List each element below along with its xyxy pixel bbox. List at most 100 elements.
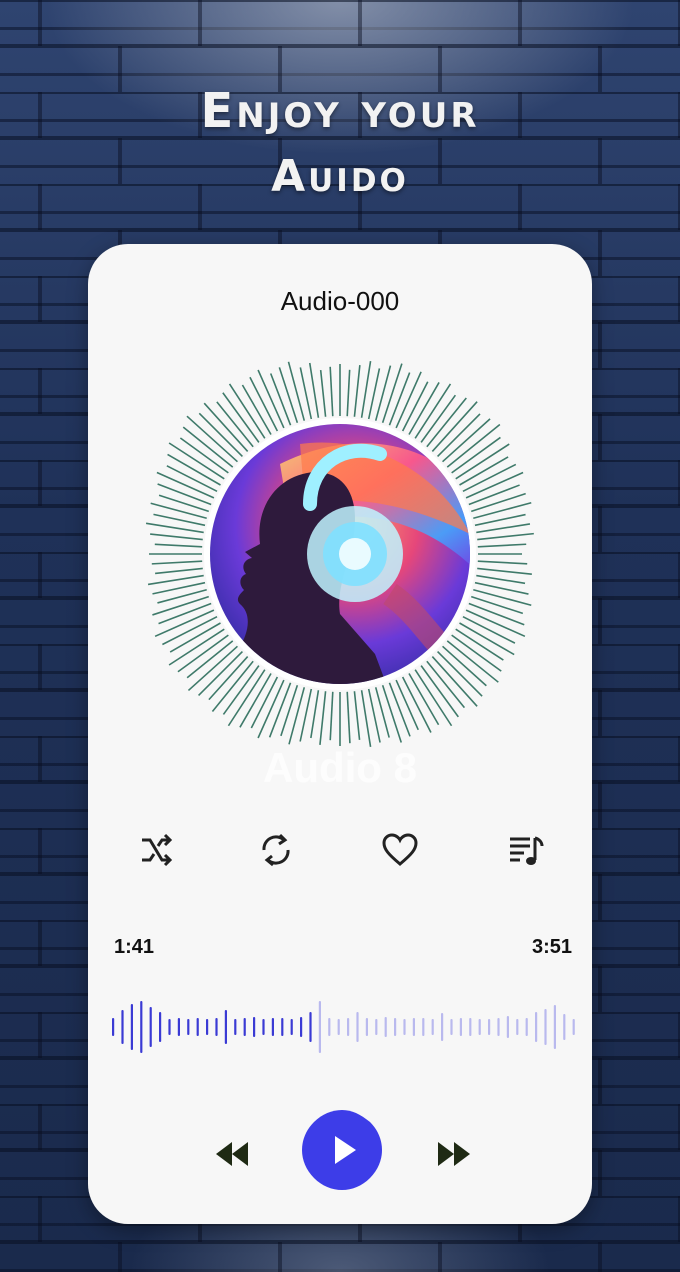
wave-bar-played[interactable] <box>262 1019 265 1035</box>
ray-line <box>446 423 501 468</box>
ray-line <box>477 543 527 548</box>
ray-line <box>268 682 292 738</box>
wave-bar-unplayed[interactable] <box>563 1014 566 1040</box>
ray-line <box>414 669 453 727</box>
ray-line <box>187 645 238 692</box>
ray-line <box>155 567 203 575</box>
promo-headline: Enjoy your Auido <box>0 78 680 210</box>
wave-bar-played[interactable] <box>168 1019 171 1035</box>
wave-bar-unplayed[interactable] <box>497 1018 500 1036</box>
elapsed-time: 1:41 <box>114 936 155 958</box>
ray-line <box>198 412 243 457</box>
track-title: Audio-000 <box>280 286 400 316</box>
waveform-seekbar[interactable] <box>108 992 578 1062</box>
ray-line <box>287 361 306 421</box>
ray-line <box>468 484 520 506</box>
wave-bar-unplayed[interactable] <box>450 1019 453 1035</box>
headline-line-2: Auido <box>271 151 409 202</box>
fast-forward-icon[interactable] <box>434 1140 474 1168</box>
wave-bar-unplayed[interactable] <box>337 1019 340 1035</box>
wave-bar-unplayed[interactable] <box>403 1019 406 1035</box>
wave-bar-played[interactable] <box>130 1004 133 1050</box>
wave-bar-unplayed[interactable] <box>506 1016 509 1038</box>
wave-bar-unplayed[interactable] <box>347 1018 350 1036</box>
wave-bar-played[interactable] <box>149 1007 152 1047</box>
ray-line <box>157 483 212 506</box>
rewind-icon[interactable] <box>212 1140 252 1168</box>
ray-line <box>310 690 320 739</box>
ray-line <box>227 669 266 727</box>
ray-line <box>470 492 526 513</box>
wave-bar-unplayed[interactable] <box>441 1013 444 1041</box>
wave-bar-played[interactable] <box>112 1018 115 1036</box>
ray-line <box>381 363 403 424</box>
wave-bar-unplayed[interactable] <box>384 1017 387 1037</box>
headline-line-1: Enjoy your <box>200 83 480 139</box>
wave-bar-unplayed[interactable] <box>478 1019 481 1035</box>
wave-bar-unplayed[interactable] <box>553 1005 556 1049</box>
ray-line <box>437 413 481 457</box>
ray-line <box>431 401 478 452</box>
ray-line <box>388 682 411 737</box>
ray-line <box>476 523 531 534</box>
wave-bar-played[interactable] <box>206 1019 209 1035</box>
wave-bar-unplayed[interactable] <box>318 1001 321 1053</box>
wave-bar-played[interactable] <box>253 1017 256 1037</box>
ray-line <box>437 651 483 697</box>
play-button[interactable] <box>300 1108 384 1192</box>
ray-line <box>182 426 234 468</box>
wave-bar-unplayed[interactable] <box>544 1009 547 1045</box>
queue-music-icon[interactable] <box>506 832 546 868</box>
wave-bar-unplayed[interactable] <box>328 1018 331 1036</box>
wave-bar-unplayed[interactable] <box>469 1018 472 1036</box>
total-duration: 3:51 <box>531 936 572 958</box>
wave-bar-played[interactable] <box>300 1017 303 1037</box>
ray-line <box>477 567 532 575</box>
ray-line <box>147 574 204 586</box>
ray-line <box>420 665 459 718</box>
wave-bar-unplayed[interactable] <box>535 1012 538 1042</box>
wave-bar-played[interactable] <box>177 1018 180 1036</box>
wave-bar-played[interactable] <box>281 1018 284 1036</box>
ray-line <box>442 418 491 463</box>
shuffle-icon[interactable] <box>136 832 176 868</box>
ray-line <box>151 560 203 565</box>
wave-bar-unplayed[interactable] <box>431 1019 434 1035</box>
wave-bar-unplayed[interactable] <box>572 1019 575 1035</box>
wave-bar-played[interactable] <box>196 1018 199 1036</box>
wave-bar-unplayed[interactable] <box>412 1018 415 1036</box>
ray-line <box>426 397 467 448</box>
ray-line <box>278 367 299 424</box>
wave-bar-played[interactable] <box>121 1010 124 1044</box>
wave-bar-played[interactable] <box>215 1018 218 1036</box>
wave-bar-unplayed[interactable] <box>365 1018 368 1036</box>
wave-bar-unplayed[interactable] <box>394 1018 397 1036</box>
wave-bar-played[interactable] <box>243 1018 246 1036</box>
wave-bar-unplayed[interactable] <box>422 1018 425 1036</box>
ray-line <box>470 595 524 615</box>
wave-bar-played[interactable] <box>224 1010 227 1044</box>
wave-bar-unplayed[interactable] <box>375 1019 378 1035</box>
wave-bar-unplayed[interactable] <box>459 1018 462 1036</box>
wave-bar-unplayed[interactable] <box>516 1019 519 1035</box>
repeat-icon[interactable] <box>256 832 296 868</box>
wave-bar-played[interactable] <box>290 1019 293 1035</box>
play-icon[interactable] <box>300 1108 384 1192</box>
ray-line <box>154 543 203 548</box>
wave-bar-played[interactable] <box>309 1012 312 1042</box>
ray-line <box>360 690 372 748</box>
wave-bar-played[interactable] <box>140 1001 143 1053</box>
ray-line <box>150 533 203 541</box>
heart-icon[interactable] <box>380 832 420 868</box>
ray-line <box>158 494 210 513</box>
ray-line <box>203 402 249 452</box>
ray-line <box>211 660 254 713</box>
wave-bar-unplayed[interactable] <box>356 1012 359 1042</box>
ray-line <box>198 651 243 696</box>
wave-bar-played[interactable] <box>271 1018 274 1036</box>
wave-bar-played[interactable] <box>234 1019 237 1035</box>
wave-bar-played[interactable] <box>187 1019 190 1035</box>
wave-bar-played[interactable] <box>159 1012 162 1042</box>
wave-bar-unplayed[interactable] <box>488 1019 491 1035</box>
wave-bar-unplayed[interactable] <box>525 1018 528 1036</box>
